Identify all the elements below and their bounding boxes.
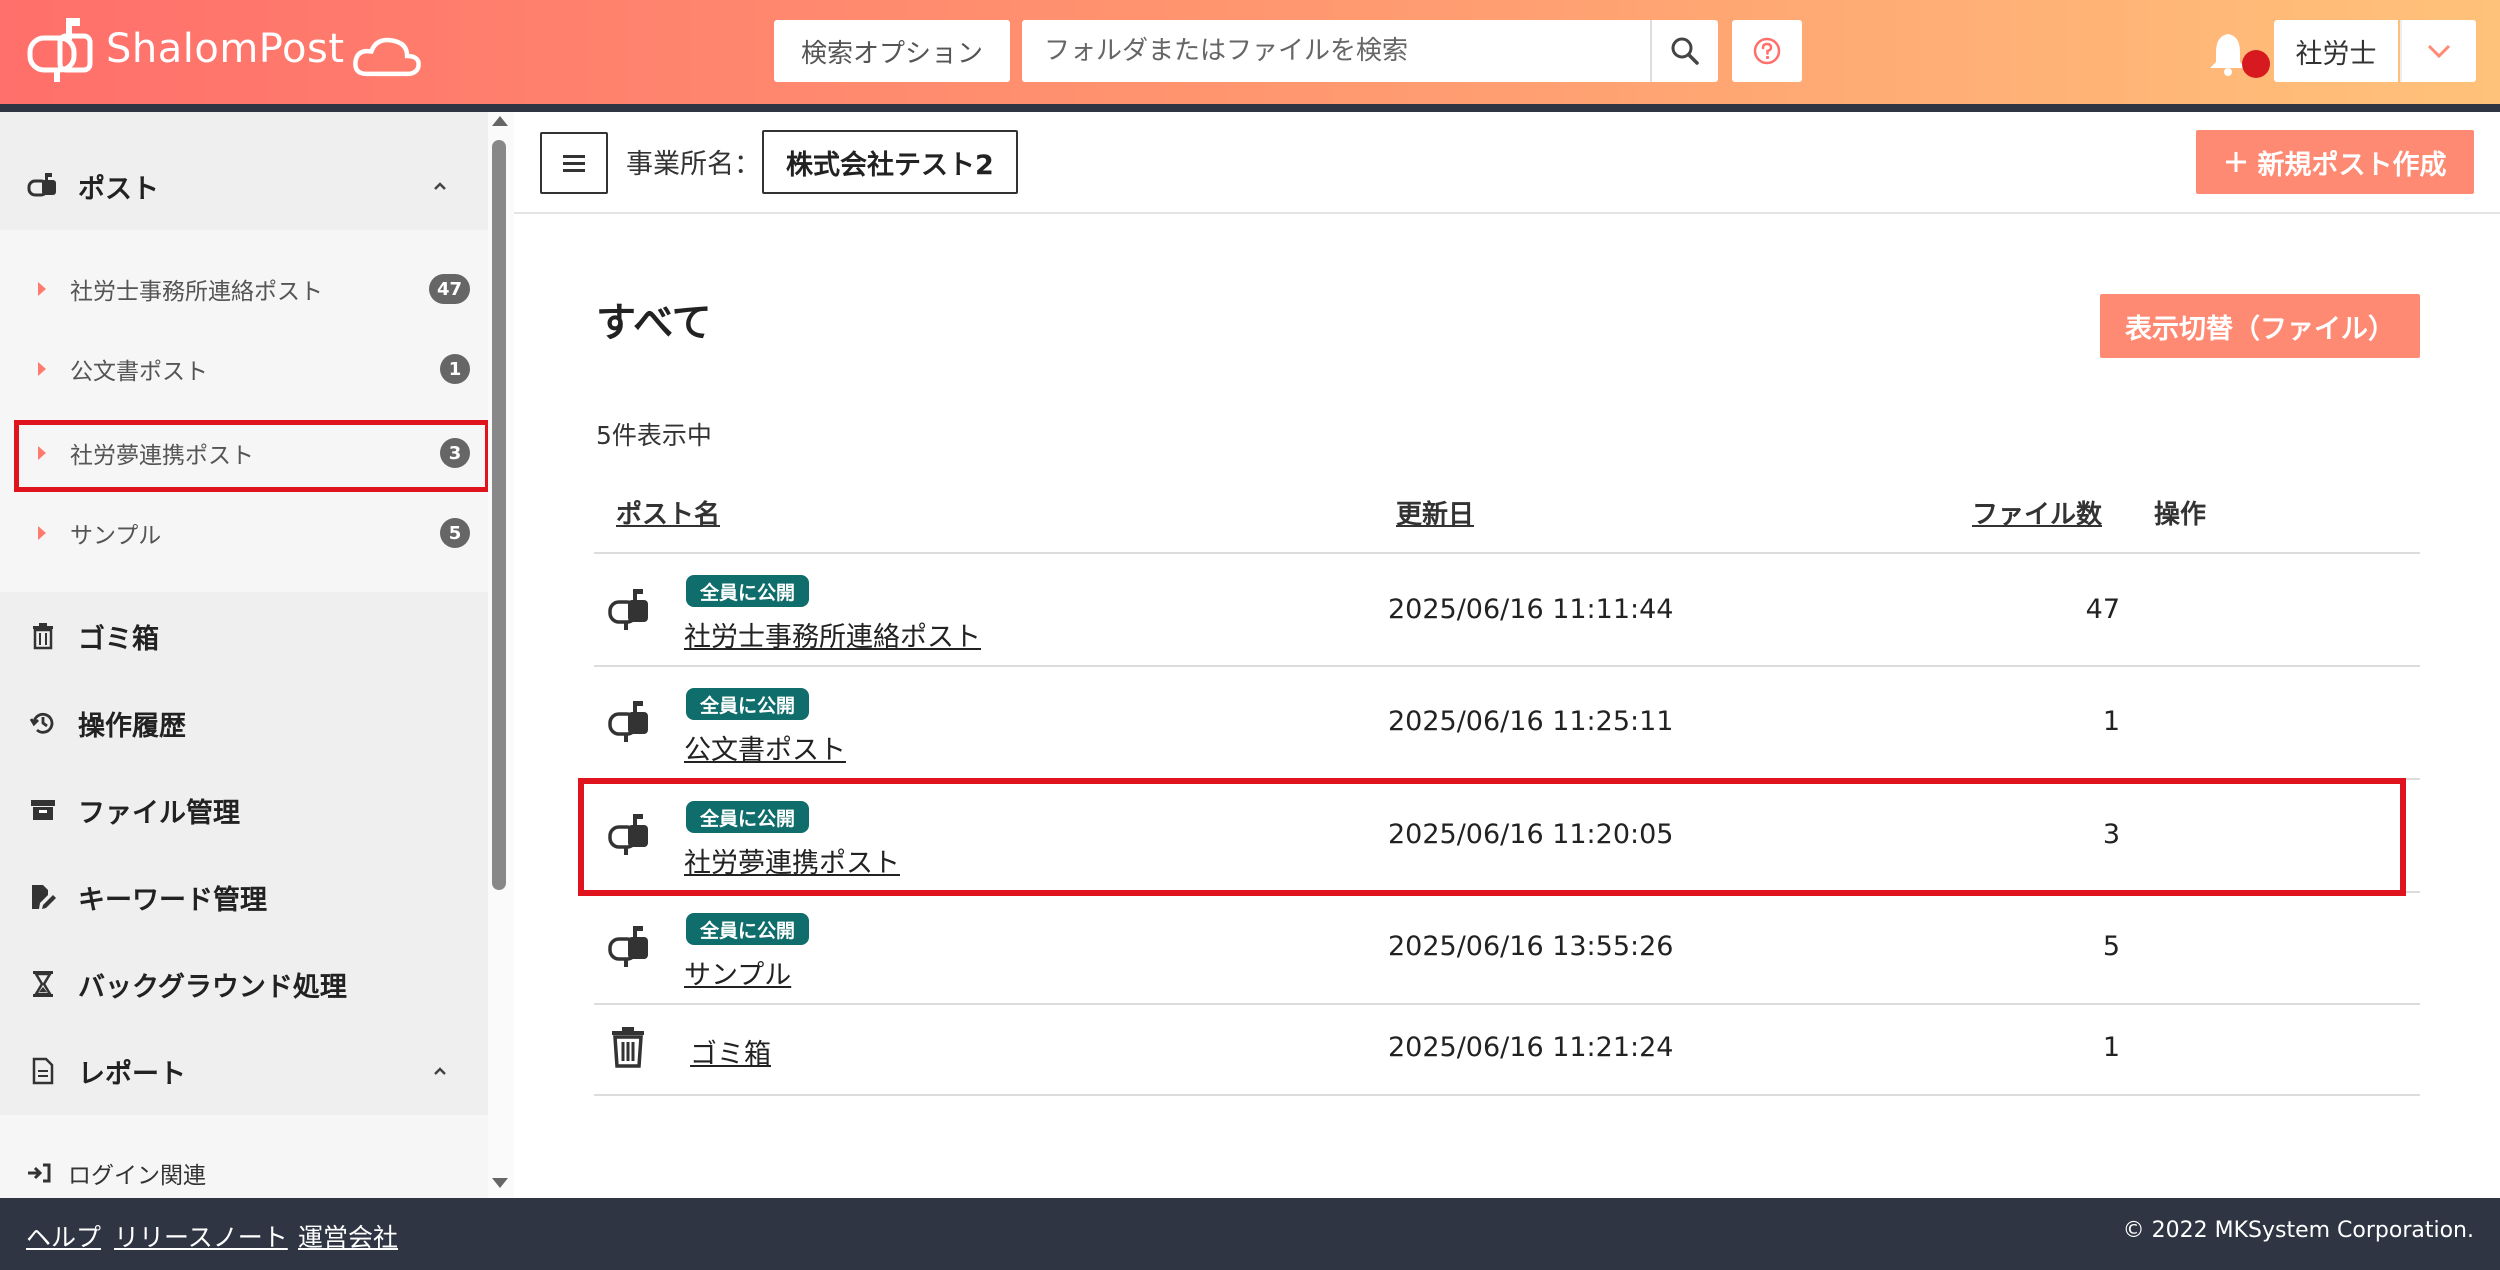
post-name-link[interactable]: ゴミ箱 bbox=[690, 1032, 771, 1071]
public-badge: 全員に公開 bbox=[686, 913, 810, 945]
table-divider bbox=[594, 552, 2420, 554]
sidebar-item-post-3[interactable]: サンプル 5 bbox=[0, 494, 488, 572]
sidebar-item-label: バックグラウンド処理 bbox=[78, 971, 347, 1003]
history-icon bbox=[26, 706, 60, 740]
mailbox-icon bbox=[608, 701, 648, 742]
sidebar-section-report[interactable]: レポート bbox=[0, 1035, 488, 1107]
post-name-link[interactable]: 社労士事務所連絡ポスト bbox=[684, 615, 981, 654]
column-header-actions: 操作 bbox=[2154, 500, 2207, 530]
count-badge: 47 bbox=[428, 274, 470, 304]
search-options-button[interactable]: 検索オプション bbox=[774, 20, 1010, 82]
updated-date: 2025/06/16 13:55:26 bbox=[1388, 931, 1674, 962]
column-header-files[interactable]: ファイル数 bbox=[1972, 494, 2102, 531]
row-highlight-box bbox=[578, 778, 2406, 896]
office-label: 事業所名： bbox=[626, 149, 761, 180]
trash-icon bbox=[26, 619, 60, 653]
hourglass-icon bbox=[26, 967, 60, 1001]
menu-toggle-button[interactable] bbox=[540, 132, 608, 194]
new-post-button[interactable]: 新規ポスト作成 bbox=[2196, 130, 2474, 194]
trash-icon bbox=[612, 1027, 644, 1068]
sidebar-item-label: ゴミ箱 bbox=[78, 623, 159, 655]
scroll-up-arrow[interactable] bbox=[492, 116, 508, 126]
view-toggle-button[interactable]: 表示切替（ファイル） bbox=[2100, 294, 2420, 358]
new-post-label: 新規ポスト作成 bbox=[2257, 149, 2447, 181]
mailbox-icon bbox=[608, 589, 648, 630]
caret-right-icon bbox=[38, 282, 46, 296]
file-count: 1 bbox=[2102, 1032, 2120, 1063]
sidebar-item-label: ファイル管理 bbox=[78, 797, 240, 829]
sidebar-item-trash[interactable]: ゴミ箱 bbox=[0, 600, 488, 672]
user-menu-toggle[interactable] bbox=[2400, 20, 2476, 82]
file-count: 5 bbox=[2102, 931, 2120, 962]
notification-dot bbox=[2242, 50, 2270, 78]
mailbox-icon bbox=[26, 169, 60, 203]
post-name-link[interactable]: 公文書ポスト bbox=[684, 728, 846, 767]
office-name-selector[interactable]: 株式会社テスト2 bbox=[762, 130, 1018, 194]
footer-release-notes-link[interactable]: リリースノート bbox=[114, 1218, 288, 1254]
app-logo[interactable]: ShalomPost bbox=[24, 14, 425, 84]
sign-in-icon bbox=[26, 1162, 52, 1184]
scrollbar-thumb[interactable] bbox=[492, 140, 506, 890]
report-file-icon bbox=[26, 1054, 60, 1088]
hamburger-icon bbox=[563, 155, 585, 172]
archive-box-icon bbox=[26, 793, 60, 827]
header-divider bbox=[0, 104, 2500, 112]
sidebar-item-keyword-manage[interactable]: キーワード管理 bbox=[0, 861, 488, 933]
footer-company-link[interactable]: 運営会社 bbox=[298, 1218, 398, 1254]
count-badge: 1 bbox=[440, 354, 470, 384]
search-icon bbox=[1671, 37, 1699, 65]
sidebar-item-post-0[interactable]: 社労士事務所連絡ポスト 47 bbox=[0, 250, 488, 328]
sidebar-item-post-1[interactable]: 公文書ポスト 1 bbox=[0, 330, 488, 408]
column-header-name[interactable]: ポスト名 bbox=[616, 494, 720, 531]
table-divider bbox=[594, 1094, 2420, 1096]
caret-right-icon bbox=[38, 526, 46, 540]
public-badge: 全員に公開 bbox=[686, 688, 810, 720]
logo-text: ShalomPost bbox=[106, 26, 345, 72]
footer-help-link[interactable]: ヘルプ bbox=[26, 1218, 101, 1254]
updated-date: 2025/06/16 11:21:24 bbox=[1388, 1032, 1674, 1063]
public-badge: 全員に公開 bbox=[686, 575, 810, 607]
post-name-link[interactable]: サンプル bbox=[684, 953, 791, 992]
question-circle-icon bbox=[1753, 37, 1781, 65]
chevron-down-icon bbox=[2427, 44, 2451, 59]
count-badge: 5 bbox=[440, 518, 470, 548]
search-input[interactable] bbox=[1022, 20, 1650, 82]
file-edit-icon bbox=[26, 880, 60, 914]
caret-right-icon bbox=[38, 362, 46, 376]
sidebar-section-report-label: レポート bbox=[78, 1058, 186, 1090]
table-divider bbox=[594, 665, 2420, 667]
file-count: 47 bbox=[2085, 594, 2120, 625]
sidebar-item-label: 操作履歴 bbox=[78, 710, 186, 742]
sidebar-section-post-label: ポスト bbox=[78, 173, 159, 205]
mailbox-icon bbox=[608, 926, 648, 967]
sidebar-item-history[interactable]: 操作履歴 bbox=[0, 687, 488, 759]
file-count: 1 bbox=[2102, 706, 2120, 737]
sidebar-item-label: ログイン関連 bbox=[68, 1163, 206, 1189]
chevron-up-icon bbox=[434, 1067, 446, 1075]
sidebar-item-label: 社労士事務所連絡ポスト bbox=[70, 279, 323, 305]
updated-date: 2025/06/16 11:11:44 bbox=[1388, 594, 1674, 625]
updated-date: 2025/06/16 11:25:11 bbox=[1388, 706, 1674, 737]
sidebar-section-post[interactable]: ポスト bbox=[0, 150, 488, 222]
plus-icon bbox=[2225, 152, 2246, 172]
sidebar-item-label: キーワード管理 bbox=[78, 884, 267, 916]
scroll-down-arrow[interactable] bbox=[492, 1178, 508, 1188]
sidebar-highlight-box bbox=[14, 420, 490, 492]
chevron-up-icon bbox=[434, 182, 446, 190]
cloud-icon bbox=[352, 37, 421, 77]
search-button[interactable] bbox=[1650, 20, 1718, 82]
result-count: 5件表示中 bbox=[596, 421, 712, 450]
sidebar-item-background[interactable]: バックグラウンド処理 bbox=[0, 948, 488, 1020]
sidebar-item-label: 公文書ポスト bbox=[70, 359, 208, 385]
table-divider bbox=[594, 1003, 2420, 1005]
sidebar-item-file-manage[interactable]: ファイル管理 bbox=[0, 774, 488, 846]
user-menu-button[interactable]: 社労士 bbox=[2274, 20, 2398, 82]
mailbox-logo-icon bbox=[27, 18, 93, 82]
copyright-text: © 2022 MKSystem Corporation. bbox=[2122, 1218, 2474, 1243]
help-button[interactable] bbox=[1732, 20, 1802, 82]
sidebar-item-label: サンプル bbox=[70, 523, 162, 549]
page-title: すべて bbox=[596, 300, 712, 346]
column-header-updated[interactable]: 更新日 bbox=[1396, 494, 1474, 531]
